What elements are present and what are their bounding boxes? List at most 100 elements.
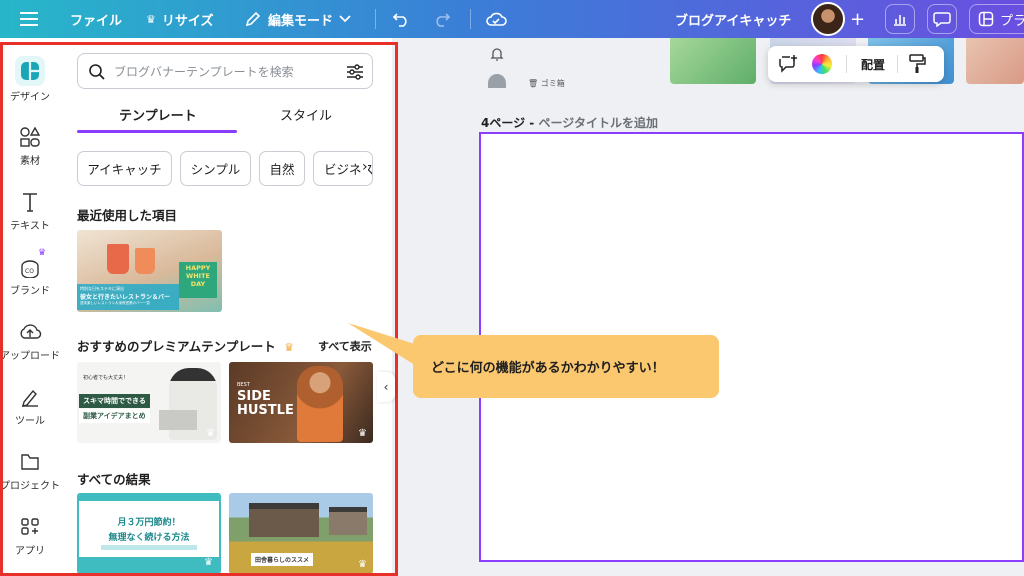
- search-input[interactable]: ブログバナーテンプレートを検索: [77, 53, 373, 89]
- rail-item-text[interactable]: テキスト: [0, 191, 60, 232]
- section-title-text: おすすめのプレミアムテンプレート: [77, 339, 276, 354]
- thumb-small-text: 初心者でも大丈夫！: [83, 375, 129, 381]
- rail-item-design[interactable]: デザイン: [0, 56, 60, 103]
- hamburger-icon: [20, 12, 38, 26]
- edit-mode-dropdown[interactable]: 編集モード: [244, 0, 351, 38]
- rail-label: プロジェクト: [0, 481, 60, 492]
- rail-label: アプリ: [15, 546, 45, 557]
- premium-template-thumbnail[interactable]: BEST SIDE HUSTLE ♛: [229, 362, 373, 443]
- thumb-caption: 彼女と行きたいレストラン＆バー: [80, 294, 171, 301]
- caption-band: 特別な日をステキに演出 彼女と行きたいレストラン＆バー 週末楽しいレストラン＆深…: [77, 284, 179, 310]
- rail-label: ブランド: [10, 286, 50, 297]
- filter-chip[interactable]: 自然: [259, 151, 305, 186]
- result-template-thumbnail[interactable]: 田舎暮らしのススメ ♛: [229, 493, 373, 574]
- color-wheel-icon[interactable]: [812, 54, 832, 74]
- avatar[interactable]: [811, 2, 845, 36]
- thumb-small-text: BEST: [237, 382, 250, 388]
- page-thumbnail[interactable]: [966, 38, 1024, 84]
- share-label: プラ: [1000, 13, 1024, 29]
- file-menu-label: ファイル: [70, 13, 123, 29]
- house-illustration: [249, 503, 319, 537]
- rail-item-apps[interactable]: アプリ: [0, 516, 60, 557]
- result-template-thumbnail[interactable]: 月３万円節約！ 無理なく続ける方法 ♛: [77, 493, 221, 574]
- page-thumbnail[interactable]: [670, 38, 756, 84]
- filter-icon[interactable]: [346, 63, 364, 81]
- rail-item-tools[interactable]: ツール: [0, 386, 60, 427]
- house-illustration: [329, 507, 367, 535]
- comment-icon: [933, 12, 951, 27]
- file-menu[interactable]: ファイル: [70, 0, 122, 38]
- comments-button[interactable]: [927, 4, 957, 34]
- thumb-line: 無理なく続ける方法: [108, 533, 190, 543]
- section-title-premium: おすすめのプレミアムテンプレート ♛: [77, 336, 294, 355]
- premium-template-thumbnail[interactable]: 初心者でも大丈夫！ スキマ時間でできる 副業アイデアまとめ ♛: [77, 362, 221, 443]
- rail-label: ツール: [15, 416, 45, 427]
- folder-icon: [21, 454, 39, 470]
- crown-icon: ♛: [284, 341, 294, 354]
- page-title[interactable]: 4ページ - ページタイトルを追加: [481, 114, 658, 131]
- rail-label: アップロード: [0, 351, 60, 362]
- thumb-subline: [101, 545, 197, 550]
- toolbar-divider: [897, 55, 899, 73]
- menu-button[interactable]: [20, 0, 38, 38]
- tab-templates[interactable]: テンプレート: [119, 105, 197, 124]
- trash-icon: 🗑: [528, 79, 539, 88]
- drink-illustration: [107, 244, 129, 274]
- thumb-line: 田舎暮らしのススメ: [251, 553, 314, 566]
- rail-label: デザイン: [10, 92, 50, 103]
- undo-button[interactable]: [392, 0, 410, 38]
- templates-panel: ブログバナーテンプレートを検索 テンプレート スタイル アイキャッチ シンプル …: [60, 38, 390, 576]
- add-comment-icon[interactable]: [778, 54, 798, 74]
- apps-icon: [21, 518, 39, 535]
- crown-icon: ♛: [38, 248, 47, 258]
- top-toolbar: ファイル ♛ リサイズ 編集モード ブログアイキャッチ + プラ: [0, 0, 1024, 38]
- document-title[interactable]: ブログアイキャッチ: [675, 0, 791, 38]
- crown-icon: ♛: [358, 559, 367, 570]
- invite-button[interactable]: +: [850, 0, 865, 38]
- chevron-left-icon: ‹: [383, 380, 389, 394]
- rail-item-elements[interactable]: 素材: [0, 126, 60, 167]
- thumb-footer: [79, 557, 219, 572]
- rail-label: テキスト: [10, 221, 50, 232]
- laptop-illustration: [159, 410, 197, 430]
- thumb-line: HUSTLE: [237, 403, 294, 418]
- undo-icon: [392, 13, 407, 27]
- page-number-label: 4ページ -: [481, 116, 539, 130]
- arrange-button[interactable]: 配置: [861, 56, 885, 73]
- recent-template-thumbnail[interactable]: HAPPY WHITE DAY 特別な日をステキに演出 彼女と行きたいレストラン…: [77, 230, 222, 312]
- thumb-small-text: 週末楽しいレストラン＆深夜営業のバー一覧: [80, 301, 150, 305]
- plus-icon: +: [850, 8, 866, 30]
- section-title-recent: 最近使用した項目: [77, 208, 178, 223]
- filter-chip[interactable]: シンプル: [180, 151, 251, 186]
- thumb-line: SIDE: [237, 389, 271, 404]
- insights-button[interactable]: [885, 4, 915, 34]
- drink-illustration: [135, 248, 155, 274]
- chevron-right-icon[interactable]: ›: [362, 159, 368, 175]
- redo-button[interactable]: [433, 0, 451, 38]
- section-title-results: すべての結果: [77, 472, 151, 487]
- toolbar-divider: [375, 9, 376, 29]
- thumb-line: 副業アイデアまとめ: [79, 409, 150, 423]
- rail-item-projects[interactable]: プロジェクト: [0, 451, 60, 492]
- bar-chart-icon: [894, 15, 906, 26]
- text-icon: [23, 193, 37, 212]
- resize-button[interactable]: ♛ リサイズ: [146, 0, 214, 38]
- rail-item-upload[interactable]: アップロード: [0, 321, 60, 362]
- tab-styles[interactable]: スタイル: [280, 105, 332, 124]
- cloud-save-status[interactable]: [485, 0, 507, 38]
- collaborator-avatar[interactable]: [488, 74, 506, 88]
- page-title-placeholder[interactable]: ページタイトルを追加: [538, 116, 658, 130]
- layout-icon: [978, 11, 994, 27]
- notifications-icon[interactable]: [490, 46, 504, 66]
- filter-chip[interactable]: アイキャッチ: [77, 151, 172, 186]
- active-tab-indicator: [77, 130, 237, 133]
- callout-text: どこに何の機能があるかわかりやすい！: [431, 361, 665, 376]
- paint-roller-icon[interactable]: [908, 54, 926, 74]
- thumb-stripe: [79, 495, 219, 501]
- trash-item[interactable]: 🗑 ゴミ箱: [528, 78, 565, 88]
- collapse-panel-button[interactable]: ‹: [377, 372, 395, 402]
- pencil-icon: [245, 11, 261, 27]
- rail-item-brand[interactable]: CO ♛ ブランド: [0, 248, 60, 297]
- share-button[interactable]: プラ: [969, 4, 1024, 34]
- brand-icon: CO: [21, 260, 39, 278]
